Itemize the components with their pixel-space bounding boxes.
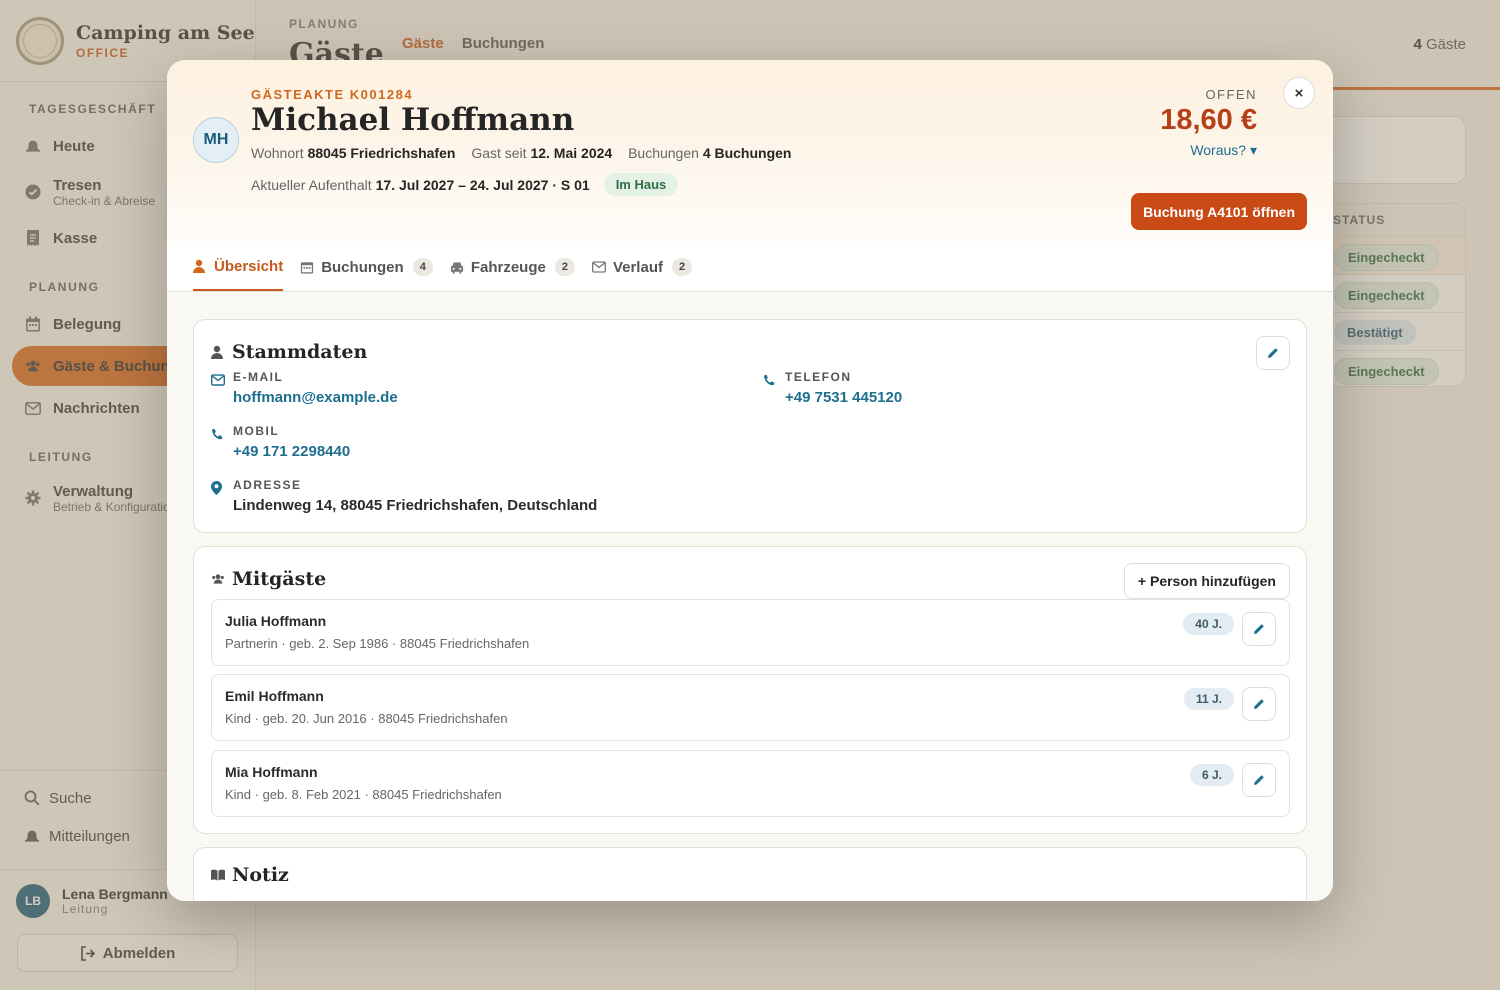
person-detail: Kind · geb. 20. Jun 2016 · 88045 Friedri… — [225, 711, 508, 726]
mail-icon — [591, 260, 606, 274]
person-detail: Kind · geb. 8. Feb 2021 · 88045 Friedric… — [225, 787, 502, 802]
gast-seit-value: 12. Mai 2024 — [530, 145, 613, 161]
person-detail: Partnerin · geb. 2. Sep 1986 · 88045 Fri… — [225, 636, 530, 651]
wohnort-label: Wohnort — [251, 145, 304, 161]
aufenthalt-value: 17. Jul 2027 – 24. Jul 2027 · S 01 — [375, 176, 590, 193]
card-title-label: Mitgäste — [232, 568, 327, 590]
card-title-label: Notiz — [232, 864, 289, 886]
pencil-icon — [1253, 623, 1265, 635]
car-icon — [450, 260, 464, 274]
card-title: Stammdaten — [211, 341, 367, 363]
calendar-icon — [300, 260, 314, 274]
list-item: Mia Hoffmann Kind · geb. 8. Feb 2021 · 8… — [211, 750, 1290, 817]
edit-stammdaten-button[interactable] — [1256, 336, 1290, 370]
mitgaeste-card: Mitgäste + Person hinzufügen Julia Hoffm… — [193, 546, 1307, 834]
map-pin-icon — [211, 481, 225, 495]
telefon-link[interactable]: +49 7531 445120 — [785, 389, 902, 406]
pencil-icon — [1267, 347, 1279, 359]
card-title: Notiz — [211, 864, 289, 886]
tab-buchungen[interactable]: Buchungen 4 — [300, 243, 433, 291]
tab-fahrzeuge[interactable]: Fahrzeuge 2 — [450, 243, 575, 291]
balance-breakdown-toggle[interactable]: Woraus? ▾ — [1190, 142, 1257, 159]
telefon-field: TELEFON +49 7531 445120 — [763, 370, 902, 406]
list-item: Emil Hoffmann Kind · geb. 20. Jun 2016 ·… — [211, 674, 1290, 741]
stammdaten-card: Stammdaten E-MAIL hoffmann@example.de TE… — [193, 319, 1307, 533]
tab-label: Übersicht — [214, 257, 284, 275]
phone-icon — [211, 427, 225, 441]
guest-avatar: MH — [193, 117, 239, 163]
adresse-label: ADRESSE — [233, 478, 302, 492]
edit-person-button[interactable] — [1242, 763, 1276, 797]
phone-icon — [763, 373, 777, 387]
open-booking-button[interactable]: Buchung A4101 öffnen — [1131, 193, 1307, 230]
age-badge: 11 J. — [1183, 688, 1234, 710]
age-badge: 6 J. — [1189, 764, 1234, 786]
telefon-label: TELEFON — [785, 370, 852, 384]
tab-uebersicht[interactable]: Übersicht — [193, 243, 284, 291]
buchungen-label: Buchungen — [628, 145, 699, 161]
edit-person-button[interactable] — [1242, 687, 1276, 721]
mobil-link[interactable]: +49 171 2298440 — [233, 443, 350, 460]
person-name: Julia Hoffmann — [225, 613, 327, 629]
guest-name: Michael Hoffmann — [251, 102, 575, 138]
guest-file-modal: MH GÄSTEAKTE K001284 Michael Hoffmann Wo… — [167, 60, 1333, 901]
close-button[interactable]: × — [1283, 77, 1315, 109]
age-badge: 40 J. — [1183, 613, 1234, 635]
mail-icon — [211, 373, 225, 387]
aufenthalt-label: Aktueller Aufenthalt — [251, 176, 372, 193]
email-link[interactable]: hoffmann@example.de — [233, 389, 398, 406]
current-stay: Aktueller Aufenthalt 17. Jul 2027 – 24. … — [251, 173, 679, 196]
buchungen-value: 4 Buchungen — [702, 145, 792, 161]
open-balance-amount: 18,60 € — [1160, 104, 1257, 136]
adresse-field: ADRESSE Lindenweg 14, 88045 Friedrichsha… — [211, 478, 597, 514]
mobil-field: MOBIL +49 171 2298440 — [211, 424, 350, 460]
tab-label: Fahrzeuge — [470, 258, 546, 276]
tab-count: 2 — [671, 258, 693, 276]
status-badge: Im Haus — [603, 173, 679, 196]
tab-count: 4 — [412, 258, 433, 276]
tab-verlauf[interactable]: Verlauf 2 — [591, 243, 693, 291]
book-icon — [211, 868, 225, 882]
modal-body: Stammdaten E-MAIL hoffmann@example.de TE… — [167, 292, 1333, 901]
notiz-card: Notiz — [193, 847, 1307, 901]
email-field: E-MAIL hoffmann@example.de — [211, 370, 398, 406]
add-person-button[interactable]: + Person hinzufügen — [1123, 563, 1290, 599]
adresse-value: Lindenweg 14, 88045 Friedrichshafen, Deu… — [233, 497, 598, 514]
card-title: Mitgäste — [211, 568, 326, 590]
gast-seit-label: Gast seit — [471, 145, 527, 161]
users-icon — [211, 572, 225, 586]
tab-count: 2 — [554, 258, 575, 276]
person-name: Mia Hoffmann — [225, 764, 318, 780]
wohnort-value: 88045 Friedrichshafen — [307, 145, 456, 161]
guest-file-id: GÄSTEAKTE K001284 — [251, 87, 414, 102]
guest-meta: Wohnort 88045 Friedrichshafen Gast seit … — [251, 145, 791, 161]
card-title-label: Stammdaten — [232, 341, 368, 363]
pencil-icon — [1253, 698, 1265, 710]
open-balance-label: OFFEN — [1205, 87, 1257, 102]
modal-header: MH GÄSTEAKTE K001284 Michael Hoffmann Wo… — [167, 60, 1333, 243]
email-label: E-MAIL — [233, 370, 284, 384]
tab-label: Buchungen — [321, 258, 404, 276]
edit-person-button[interactable] — [1242, 612, 1276, 646]
list-item: Julia Hoffmann Partnerin · geb. 2. Sep 1… — [211, 599, 1290, 666]
person-icon — [193, 259, 207, 273]
person-name: Emil Hoffmann — [225, 688, 324, 704]
modal-tabs: Übersicht Buchungen 4 Fahrzeuge 2 Verlau… — [167, 243, 1333, 292]
mobil-label: MOBIL — [233, 424, 280, 438]
person-icon — [211, 345, 225, 359]
tab-label: Verlauf — [612, 258, 663, 276]
pencil-icon — [1253, 774, 1265, 786]
